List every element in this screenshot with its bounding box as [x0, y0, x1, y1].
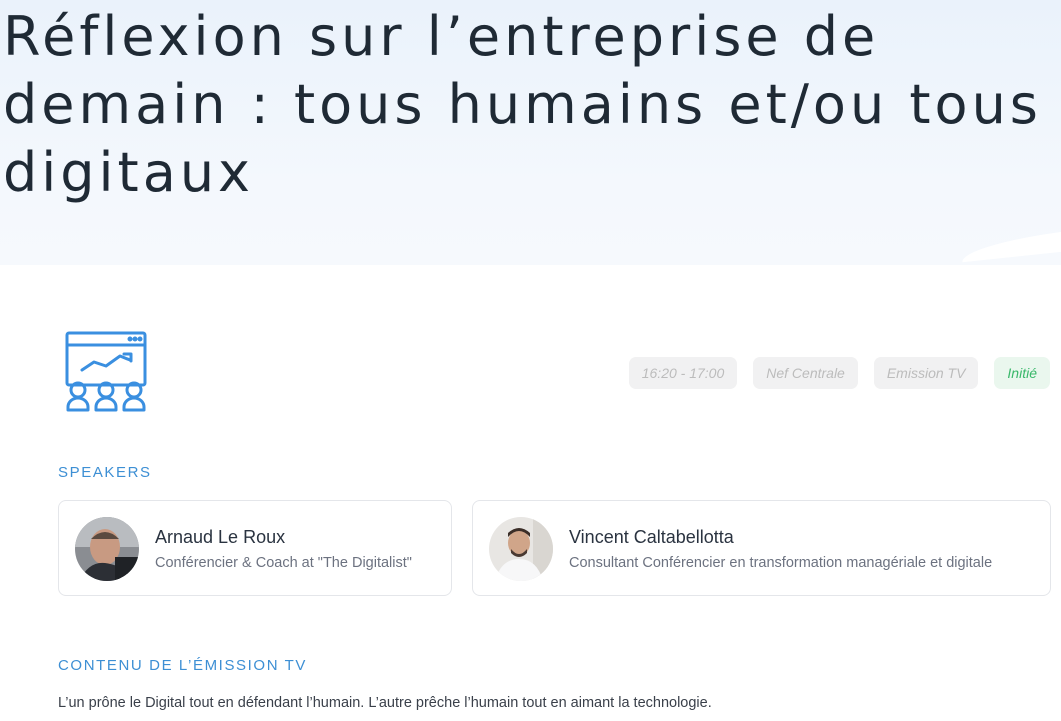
page-hero: Réflexion sur l’entreprise de demain : t…	[0, 0, 1061, 265]
presentation-audience-icon	[64, 330, 148, 414]
speaker-role: Consultant Conférencier en transformatio…	[569, 555, 993, 571]
speaker-card[interactable]: Vincent Caltabellotta Consultant Confére…	[472, 500, 1051, 596]
speaker-role: Conférencier & Coach at "The Digitalist"	[155, 555, 412, 571]
hero-decoration	[960, 229, 1061, 263]
page-title: Réflexion sur l’entreprise de demain : t…	[3, 5, 1042, 204]
session-format-badge: Emission TV	[873, 357, 979, 389]
session-room-badge: Nef Centrale	[753, 357, 858, 389]
speaker-avatar	[75, 517, 139, 581]
content-description: L’un prône le Digital tout en défendant …	[58, 695, 712, 711]
speaker-name: Arnaud Le Roux	[155, 527, 286, 547]
session-time-badge: 16:20 - 17:00	[628, 357, 738, 389]
session-tags: 16:20 - 17:00 Nef Centrale Emission TV I…	[628, 357, 1050, 389]
content-heading: CONTENU DE L’ÉMISSION TV	[58, 657, 307, 674]
speakers-heading: SPEAKERS	[58, 464, 152, 481]
session-level-badge: Initié	[994, 357, 1050, 389]
speaker-name: Vincent Caltabellotta	[569, 527, 734, 547]
speaker-avatar	[489, 517, 553, 581]
speaker-card[interactable]: Arnaud Le Roux Conférencier & Coach at "…	[58, 500, 452, 596]
